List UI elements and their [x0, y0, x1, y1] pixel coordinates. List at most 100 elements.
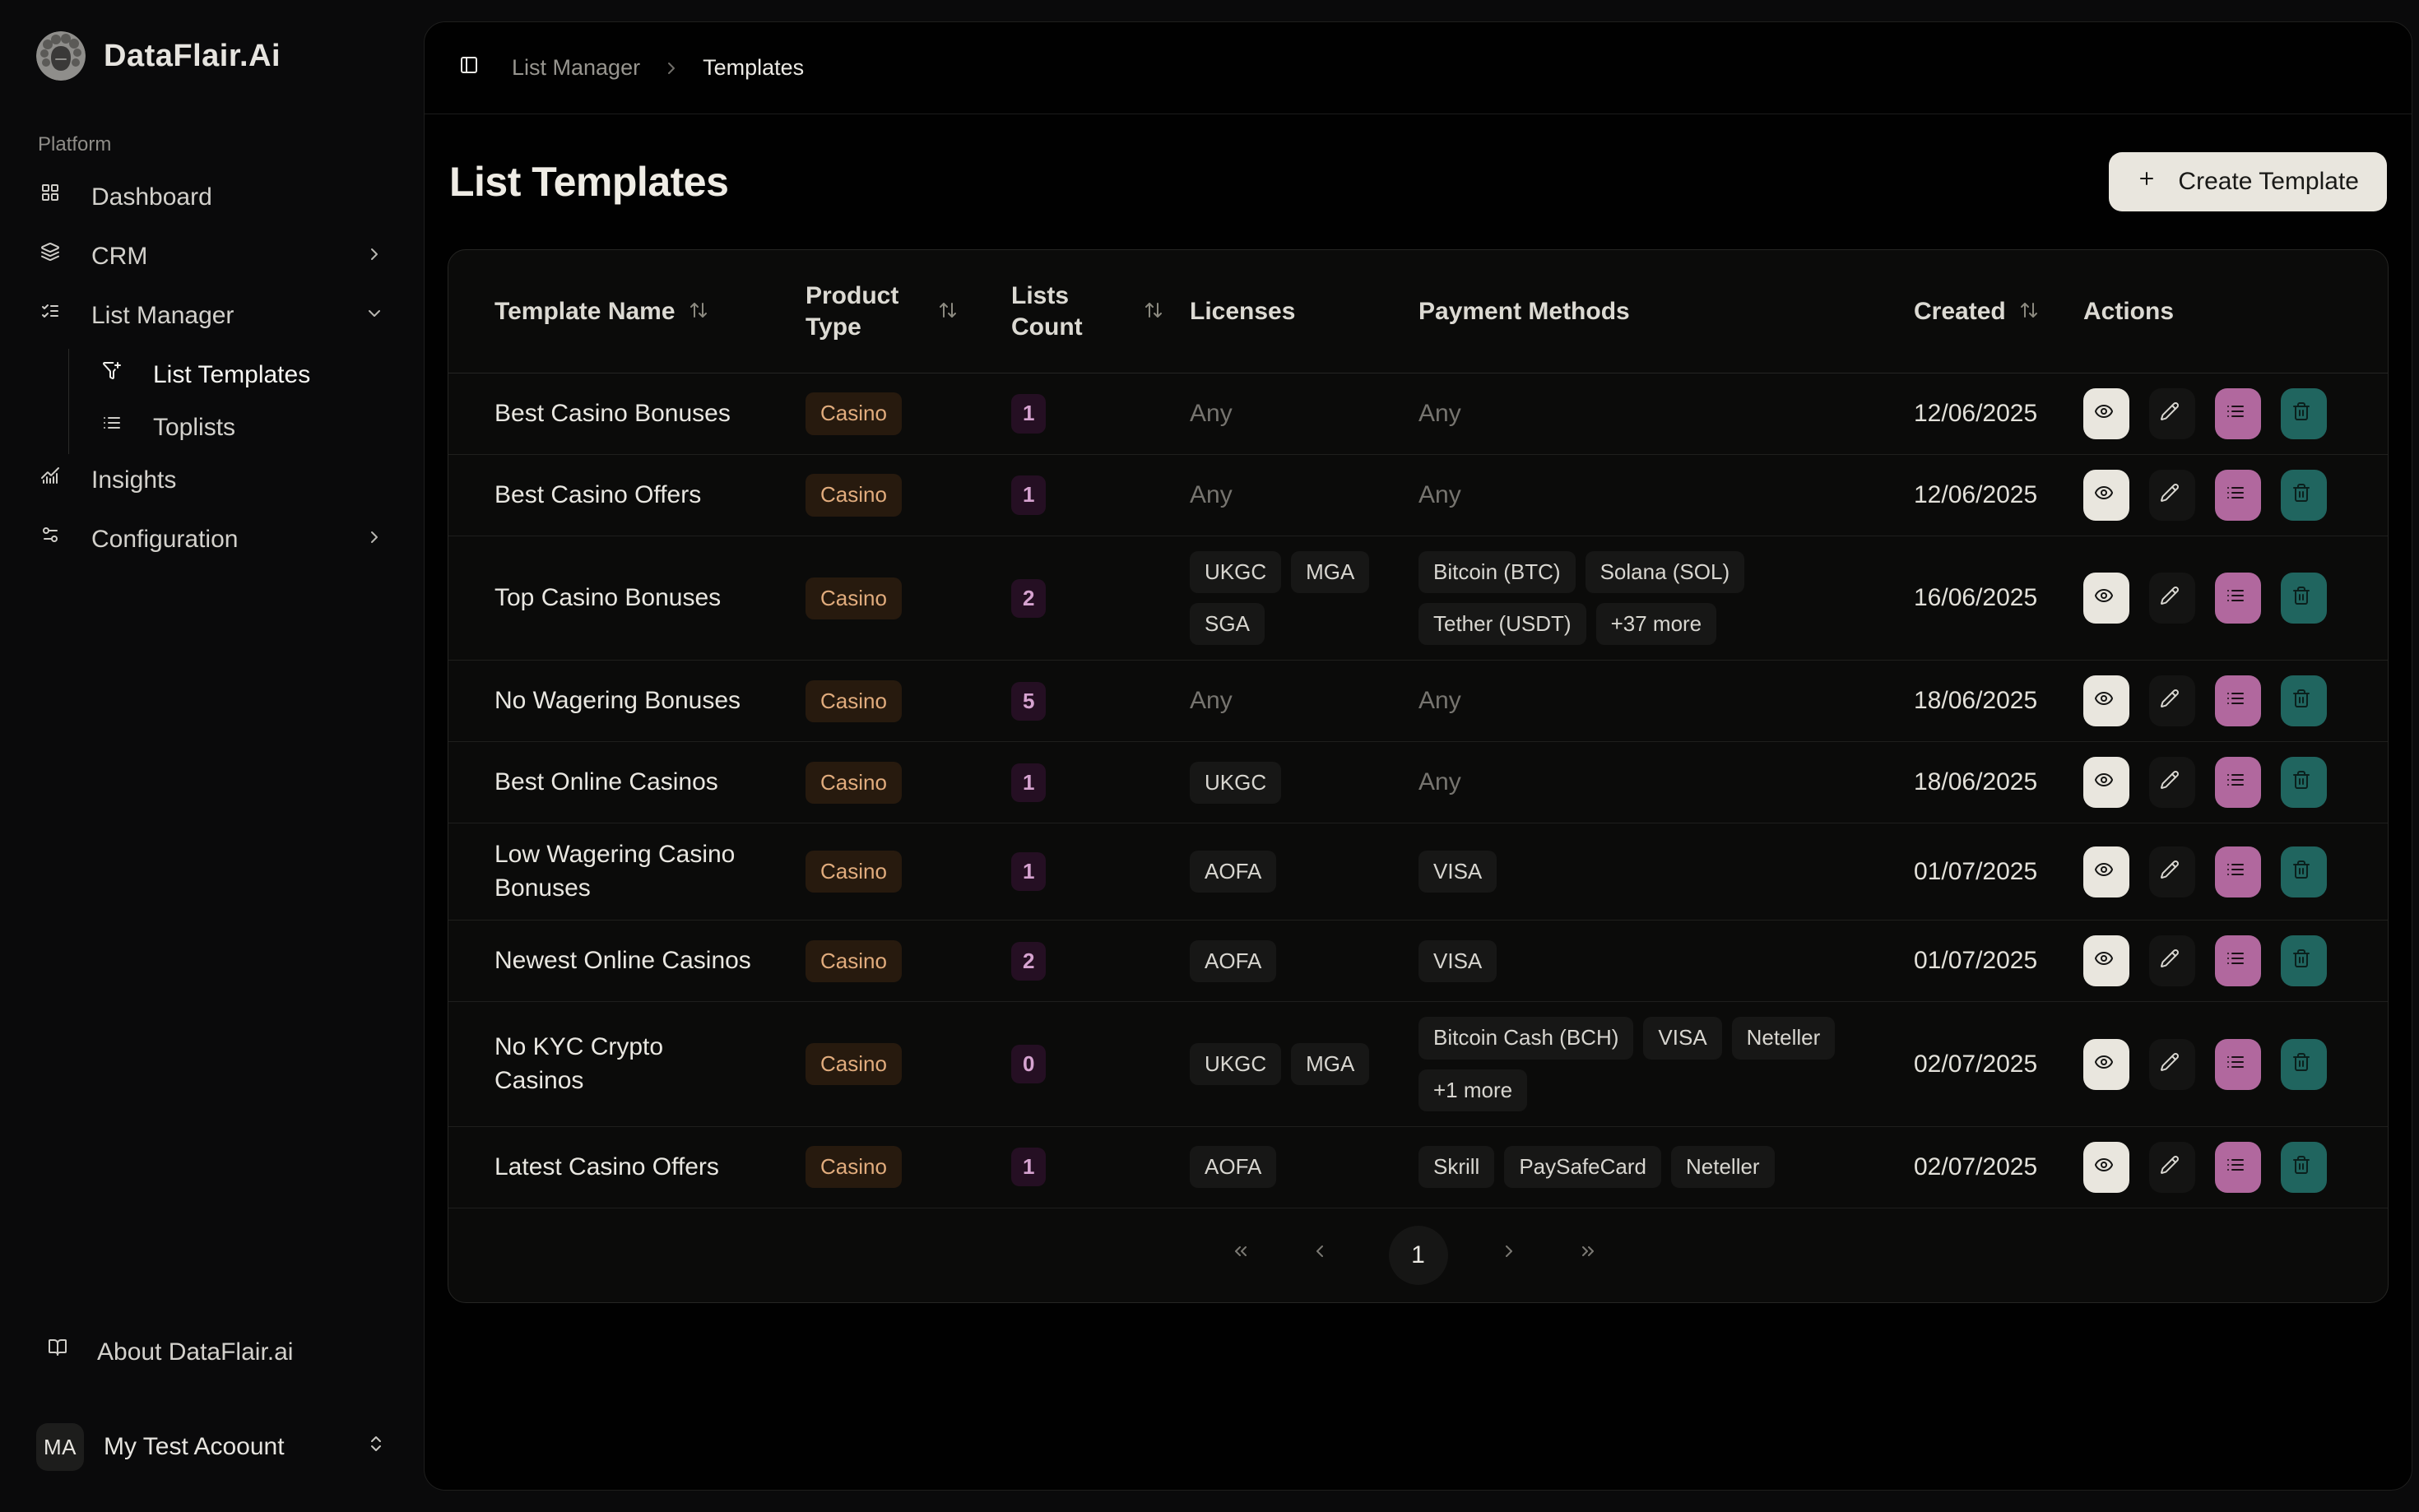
first-page-button[interactable]	[1231, 1241, 1259, 1269]
column-header-created[interactable]: Created	[1914, 296, 2083, 327]
sidebar-item-dashboard[interactable]: Dashboard	[20, 171, 404, 224]
licenses-cell: Any	[1190, 687, 1418, 715]
delete-button[interactable]	[2281, 1039, 2327, 1090]
column-header-lists-count[interactable]: Lists Count	[1011, 281, 1190, 342]
any-value: Any	[1190, 481, 1233, 509]
created-date: 02/07/2025	[1914, 1153, 2083, 1181]
view-lists-button[interactable]	[2215, 1039, 2261, 1090]
edit-button[interactable]	[2149, 935, 2195, 986]
edit-button[interactable]	[2149, 470, 2195, 521]
sort-icon[interactable]	[689, 300, 712, 323]
column-header-payment-methods: Payment Methods	[1418, 296, 1914, 327]
sidebar-item-list-templates[interactable]: List Templates	[81, 349, 404, 401]
trash-icon	[2291, 483, 2316, 508]
view-lists-button[interactable]	[2215, 757, 2261, 808]
product-type-cell: Casino	[806, 680, 1011, 722]
value-badge: AOFA	[1190, 851, 1276, 893]
template-name: No Wagering Bonuses	[494, 684, 778, 718]
page-title: List Templates	[449, 158, 728, 206]
product-type-badge: Casino	[806, 680, 902, 722]
value-badge: Neteller	[1732, 1017, 1836, 1059]
delete-button[interactable]	[2281, 470, 2327, 521]
edit-button[interactable]	[2149, 388, 2195, 439]
view-lists-button[interactable]	[2215, 470, 2261, 521]
chevron-right-icon	[364, 527, 389, 552]
delete-button[interactable]	[2281, 675, 2327, 726]
logo-avatar-icon	[36, 31, 86, 81]
previous-page-button[interactable]	[1310, 1241, 1338, 1269]
view-button[interactable]	[2083, 675, 2129, 726]
breadcrumb-section[interactable]: List Manager	[512, 55, 640, 81]
view-button[interactable]	[2083, 388, 2129, 439]
eye-icon	[2094, 1052, 2119, 1077]
value-badge: VISA	[1643, 1017, 1721, 1059]
view-lists-button[interactable]	[2215, 573, 2261, 624]
any-value: Any	[1418, 400, 1461, 428]
sidebar-item-list-manager[interactable]: List Manager	[20, 290, 404, 342]
account-switcher[interactable]: MA My Test Acoount	[20, 1415, 404, 1479]
edit-button[interactable]	[2149, 846, 2195, 897]
product-type-badge: Casino	[806, 474, 902, 516]
sort-icon[interactable]	[938, 300, 961, 323]
lists-count-cell: 0	[1011, 1045, 1190, 1083]
column-header-actions: Actions	[2083, 296, 2355, 327]
lists-count-badge: 2	[1011, 579, 1046, 618]
sidebar-item-crm[interactable]: CRM	[20, 230, 404, 283]
sidebar-toggle-button[interactable]	[454, 50, 490, 86]
sidebar-item-insights[interactable]: Insights	[20, 454, 404, 507]
row-actions	[2083, 388, 2355, 439]
product-type-badge: Casino	[806, 940, 902, 982]
view-button[interactable]	[2083, 470, 2129, 521]
value-badge: VISA	[1418, 851, 1497, 893]
table-body: Best Casino Bonuses Casino 1 Any Any 12/…	[448, 373, 2388, 1208]
delete-button[interactable]	[2281, 573, 2327, 624]
view-lists-button[interactable]	[2215, 935, 2261, 986]
product-type-cell: Casino	[806, 392, 1011, 434]
edit-button[interactable]	[2149, 573, 2195, 624]
delete-button[interactable]	[2281, 846, 2327, 897]
trash-icon	[2291, 948, 2316, 973]
last-page-button[interactable]	[1578, 1241, 1606, 1269]
delete-button[interactable]	[2281, 757, 2327, 808]
column-header-product-type[interactable]: Product Type	[806, 281, 1011, 342]
payment-methods-cell: VISA	[1418, 940, 1914, 982]
view-button[interactable]	[2083, 935, 2129, 986]
sort-icon[interactable]	[1144, 300, 1167, 323]
table-row: No KYC Crypto Casinos Casino 0 UKGCMGA B…	[448, 1002, 2388, 1126]
view-lists-button[interactable]	[2215, 846, 2261, 897]
edit-button[interactable]	[2149, 1142, 2195, 1193]
current-page-indicator[interactable]: 1	[1389, 1226, 1448, 1285]
next-page-button[interactable]	[1499, 1241, 1527, 1269]
view-lists-button[interactable]	[2215, 1142, 2261, 1193]
view-button[interactable]	[2083, 1039, 2129, 1090]
pencil-icon	[2160, 689, 2185, 713]
value-badge: MGA	[1291, 1043, 1369, 1085]
delete-button[interactable]	[2281, 935, 2327, 986]
value-badge: Bitcoin (BTC)	[1418, 551, 1576, 593]
about-link[interactable]: About DataFlair.ai	[20, 1326, 404, 1379]
view-button[interactable]	[2083, 757, 2129, 808]
sidebar-item-toplists[interactable]: Toplists	[81, 401, 404, 454]
value-badge: UKGC	[1190, 762, 1281, 804]
view-lists-button[interactable]	[2215, 388, 2261, 439]
sidebar-item-configuration[interactable]: Configuration	[20, 513, 404, 566]
view-lists-button[interactable]	[2215, 675, 2261, 726]
created-date: 18/06/2025	[1914, 768, 2083, 796]
view-button[interactable]	[2083, 1142, 2129, 1193]
edit-button[interactable]	[2149, 675, 2195, 726]
list-icon	[2226, 770, 2250, 795]
chevrons-right-icon	[1578, 1241, 1606, 1269]
create-template-button[interactable]: Create Template	[2109, 152, 2387, 211]
sort-icon[interactable]	[2019, 300, 2042, 323]
column-header-template-name[interactable]: Template Name	[494, 296, 806, 327]
view-button[interactable]	[2083, 573, 2129, 624]
edit-button[interactable]	[2149, 1039, 2195, 1090]
view-button[interactable]	[2083, 846, 2129, 897]
eye-icon	[2094, 483, 2119, 508]
payment-methods-cell: Any	[1418, 481, 1914, 509]
delete-button[interactable]	[2281, 388, 2327, 439]
delete-button[interactable]	[2281, 1142, 2327, 1193]
edit-button[interactable]	[2149, 757, 2195, 808]
product-type-cell: Casino	[806, 577, 1011, 619]
table-header-row: Template Name Product Type Lists Count L…	[448, 250, 2388, 373]
